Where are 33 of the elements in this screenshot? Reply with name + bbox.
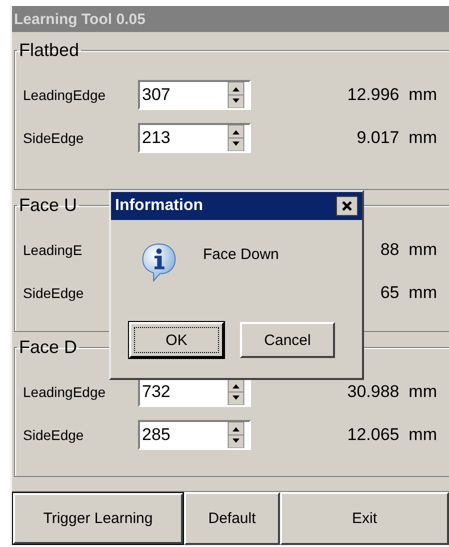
measurement-reading: 88 mm bbox=[380, 240, 437, 260]
measurement-reading: 9.017 mm bbox=[356, 128, 437, 148]
field-label: SideEdge bbox=[23, 130, 85, 146]
measurement-reading: 65 mm bbox=[380, 283, 437, 303]
field-label: LeadingEdge bbox=[23, 87, 107, 103]
measurement-reading: 30.988 mm bbox=[347, 382, 437, 402]
close-icon[interactable] bbox=[336, 196, 358, 216]
dialog-title: Information bbox=[115, 197, 203, 215]
dialog-button[interactable]: OK bbox=[129, 322, 224, 358]
measurement-reading: 12.065 mm bbox=[347, 425, 437, 445]
measurement-reading: 12.996 mm bbox=[347, 85, 437, 105]
dialog-button[interactable]: Cancel bbox=[240, 322, 335, 358]
window-button[interactable]: Default bbox=[184, 492, 280, 545]
dialog-message: Face Down bbox=[203, 246, 279, 263]
spinner-arrows-icon[interactable] bbox=[227, 379, 245, 405]
spinner-arrows-icon[interactable] bbox=[227, 82, 245, 108]
window-button[interactable]: Trigger Learning bbox=[12, 492, 184, 545]
spin-field[interactable]: 732 bbox=[138, 377, 251, 407]
group-title: Flatbed bbox=[18, 40, 80, 61]
field-label: LeadingEdge bbox=[23, 384, 107, 400]
spin-field[interactable]: 285 bbox=[138, 420, 251, 450]
info-icon bbox=[141, 242, 177, 282]
spin-field[interactable]: 213 bbox=[138, 123, 251, 153]
spinner-arrows-icon[interactable] bbox=[227, 422, 245, 448]
spin-field[interactable]: 307 bbox=[138, 80, 251, 110]
field-label: LeadingE bbox=[23, 242, 84, 258]
window-button[interactable]: Exit bbox=[280, 492, 449, 545]
window-title: Learning Tool 0.05 bbox=[14, 10, 146, 28]
group-title: Face U bbox=[18, 195, 78, 216]
field-label: SideEdge bbox=[23, 427, 85, 443]
group-title: Face D bbox=[18, 337, 78, 358]
spinner-arrows-icon[interactable] bbox=[227, 125, 245, 151]
field-label: SideEdge bbox=[23, 285, 85, 301]
